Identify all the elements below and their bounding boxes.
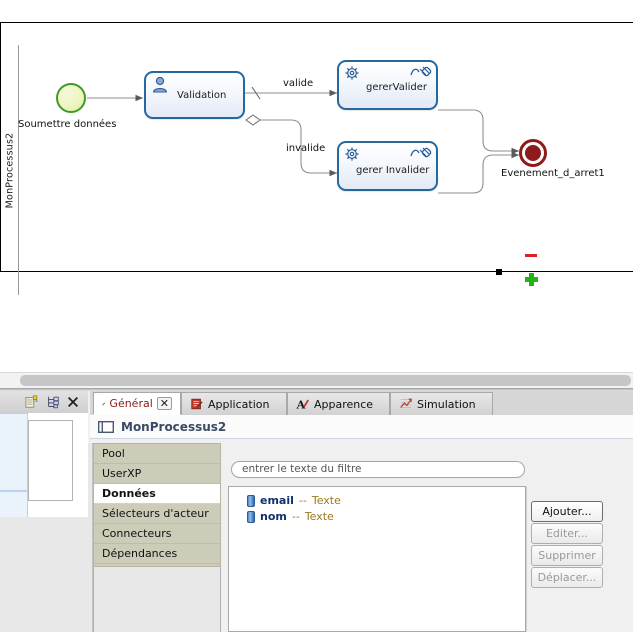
user-task-validation[interactable]: Validation	[144, 71, 245, 119]
list-item[interactable]: nom -- Texte	[247, 509, 334, 524]
outline-shape	[28, 420, 73, 501]
process-pool[interactable]: MonProcessus2 Soumettre données	[0, 22, 633, 272]
delete-button[interactable]: Supprimer	[531, 545, 603, 566]
tab-general[interactable]: Général ✕	[93, 392, 181, 415]
service-task-gererinvalider-label: gerer Invalider	[356, 165, 429, 176]
outline-view[interactable]	[0, 391, 88, 632]
hierarchy-icon[interactable]	[46, 395, 60, 409]
properties-header: MonProcessus2	[90, 415, 633, 439]
service-task-gerervalider[interactable]: gererValider	[337, 60, 438, 110]
new-view-icon[interactable]	[25, 395, 39, 409]
flow-label-valide: valide	[283, 78, 313, 89]
minus-marker[interactable]	[525, 254, 537, 257]
filter-input[interactable]: entrer le texte du filtre	[231, 461, 525, 478]
pencil-icon	[102, 397, 105, 411]
list-right-edge	[526, 486, 527, 632]
editor-horizontal-scrollbar[interactable]	[0, 372, 633, 388]
tab-application-label: Application	[208, 398, 269, 411]
outline-view-body[interactable]	[0, 413, 88, 513]
page-title: MonProcessus2	[121, 420, 226, 434]
variable-name: nom	[260, 510, 287, 523]
tab-apparence[interactable]: A Apparence	[287, 392, 390, 415]
chart-icon	[399, 397, 413, 411]
tab-application[interactable]: Application	[181, 392, 287, 415]
tab-general-label: Général	[109, 397, 152, 410]
category-list[interactable]: Pool UserXP Données Sélecteurs d'acteur …	[93, 443, 221, 567]
service-task-gerervalider-label: gererValider	[366, 82, 427, 93]
tab-simulation-label: Simulation	[417, 398, 476, 411]
category-item-donnees[interactable]: Données	[94, 484, 220, 504]
outline-view-toolbar[interactable]	[0, 391, 88, 414]
variable-icon	[247, 495, 255, 507]
variable-icon	[247, 511, 255, 523]
tab-general-close-button[interactable]: ✕	[157, 397, 172, 410]
variable-separator: --	[292, 510, 300, 523]
user-task-validation-label: Validation	[177, 90, 226, 101]
properties-tab-strip[interactable]: Général ✕ Application A Apparence	[90, 391, 633, 416]
tab-simulation[interactable]: Simulation	[390, 392, 493, 415]
start-event-label: Soumettre données	[18, 119, 116, 130]
connector-plug-icon	[410, 66, 432, 80]
close-icon[interactable]	[66, 395, 80, 409]
canvas-resize-handle[interactable]	[496, 269, 502, 275]
pool-icon	[98, 421, 114, 433]
variable-type: Texte	[305, 510, 334, 523]
category-item-dependances[interactable]: Dépendances	[94, 544, 220, 564]
connector-plug-icon	[410, 147, 432, 161]
list-item[interactable]: email -- Texte	[247, 493, 341, 508]
scrollbar-thumb[interactable]	[20, 375, 631, 386]
category-item-pool[interactable]: Pool	[94, 444, 220, 464]
terminate-end-event[interactable]	[519, 139, 547, 167]
plus-marker[interactable]	[525, 273, 538, 286]
category-item-connecteurs[interactable]: Connecteurs	[94, 524, 220, 544]
category-item-userxp[interactable]: UserXP	[94, 464, 220, 484]
variable-separator: --	[299, 494, 307, 507]
start-event[interactable]	[56, 83, 86, 113]
edit-button[interactable]: Editer...	[531, 523, 603, 544]
end-event-label: Evenement_d_arret1	[501, 168, 605, 179]
outline-view-empty-area	[0, 517, 88, 632]
gear-icon	[344, 146, 360, 162]
data-variable-list[interactable]: email -- Texte nom -- Texte	[228, 486, 526, 632]
add-button[interactable]: Ajouter...	[531, 501, 603, 522]
outline-cell	[0, 413, 28, 491]
tab-apparence-label: Apparence	[314, 398, 373, 411]
variable-name: email	[260, 494, 294, 507]
move-button[interactable]: Déplacer...	[531, 567, 603, 588]
service-task-gererinvalider[interactable]: gerer Invalider	[337, 141, 438, 191]
flow-label-invalide: invalide	[286, 143, 325, 154]
svg-text:A: A	[296, 397, 305, 411]
variable-type: Texte	[312, 494, 341, 507]
category-list-filler	[93, 567, 221, 632]
user-icon	[151, 76, 169, 94]
diagram-editor[interactable]: MonProcessus2 Soumettre données	[0, 0, 633, 368]
form-icon	[190, 397, 204, 411]
appearance-icon: A	[296, 397, 310, 411]
gear-icon	[344, 65, 360, 81]
category-item-selecteurs-dacteur[interactable]: Sélecteurs d'acteur	[94, 504, 220, 524]
